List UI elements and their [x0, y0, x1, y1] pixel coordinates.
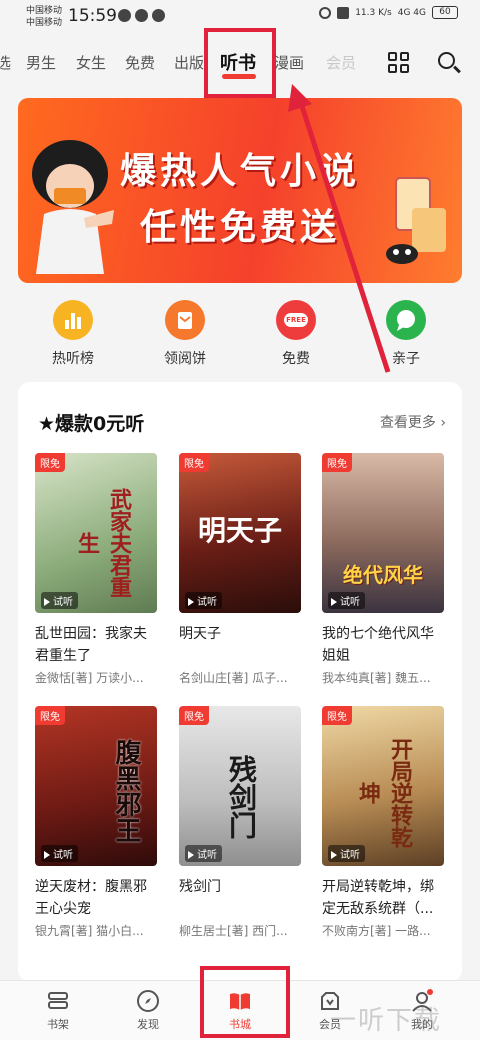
watermark: 一听下载	[330, 1006, 443, 1036]
nav-bookshelf[interactable]: 书架	[28, 989, 88, 1032]
compass-icon	[136, 989, 160, 1013]
bookshelf-icon	[46, 989, 70, 1013]
nav-discover[interactable]: 发现	[118, 989, 178, 1032]
annotation-arrow	[288, 84, 391, 373]
annotation-highlight-bookstore	[200, 966, 290, 1038]
nav-label: 发现	[137, 1018, 159, 1031]
nav-label: 书架	[47, 1018, 69, 1031]
